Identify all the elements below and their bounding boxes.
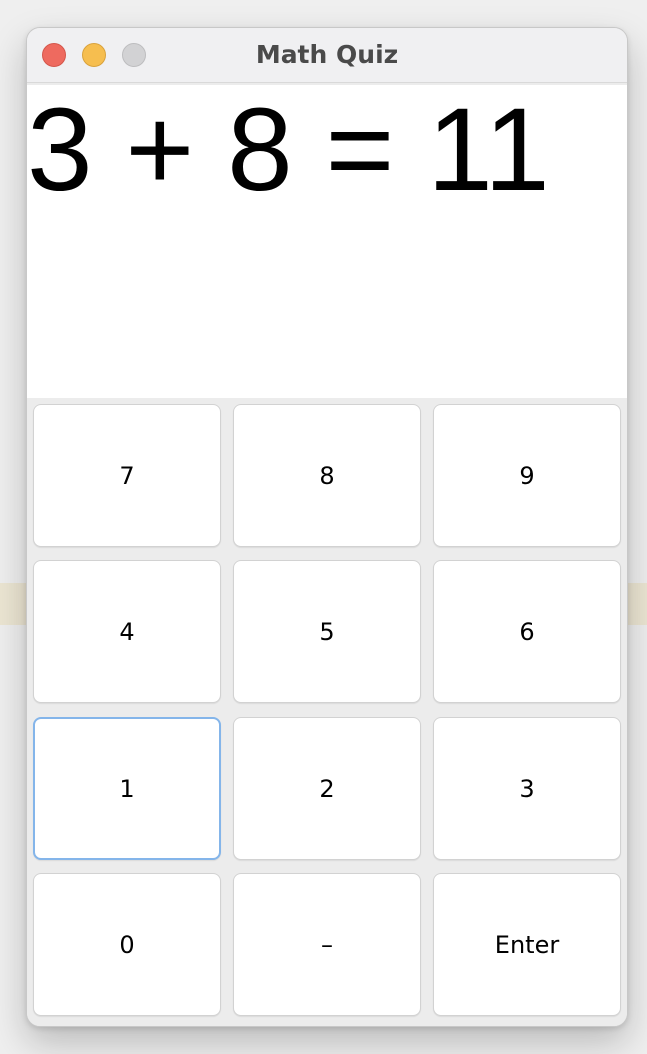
key-7-button[interactable]: 7	[33, 404, 221, 547]
key-6-button[interactable]: 6	[433, 560, 621, 703]
key-4-button[interactable]: 4	[33, 560, 221, 703]
key-3-button[interactable]: 3	[433, 717, 621, 860]
key-0-button[interactable]: 0	[33, 873, 221, 1016]
app-window: Math Quiz 3 + 8 = 11 7 8 9 4 5 6 1 2 3 0…	[26, 27, 628, 1027]
key-2-button[interactable]: 2	[233, 717, 421, 860]
key-1-button[interactable]: 1	[33, 717, 221, 860]
equation-text: 3 + 8 = 11	[27, 84, 550, 216]
title-bar: Math Quiz	[27, 28, 627, 83]
key-9-button[interactable]: 9	[433, 404, 621, 547]
minus-key-button[interactable]: –	[233, 873, 421, 1016]
keypad: 7 8 9 4 5 6 1 2 3 0 – Enter	[27, 398, 627, 1026]
equation-display: 3 + 8 = 11	[27, 85, 627, 398]
window-title: Math Quiz	[255, 40, 399, 69]
key-8-button[interactable]: 8	[233, 404, 421, 547]
key-5-button[interactable]: 5	[233, 560, 421, 703]
enter-key-button[interactable]: Enter	[433, 873, 621, 1016]
